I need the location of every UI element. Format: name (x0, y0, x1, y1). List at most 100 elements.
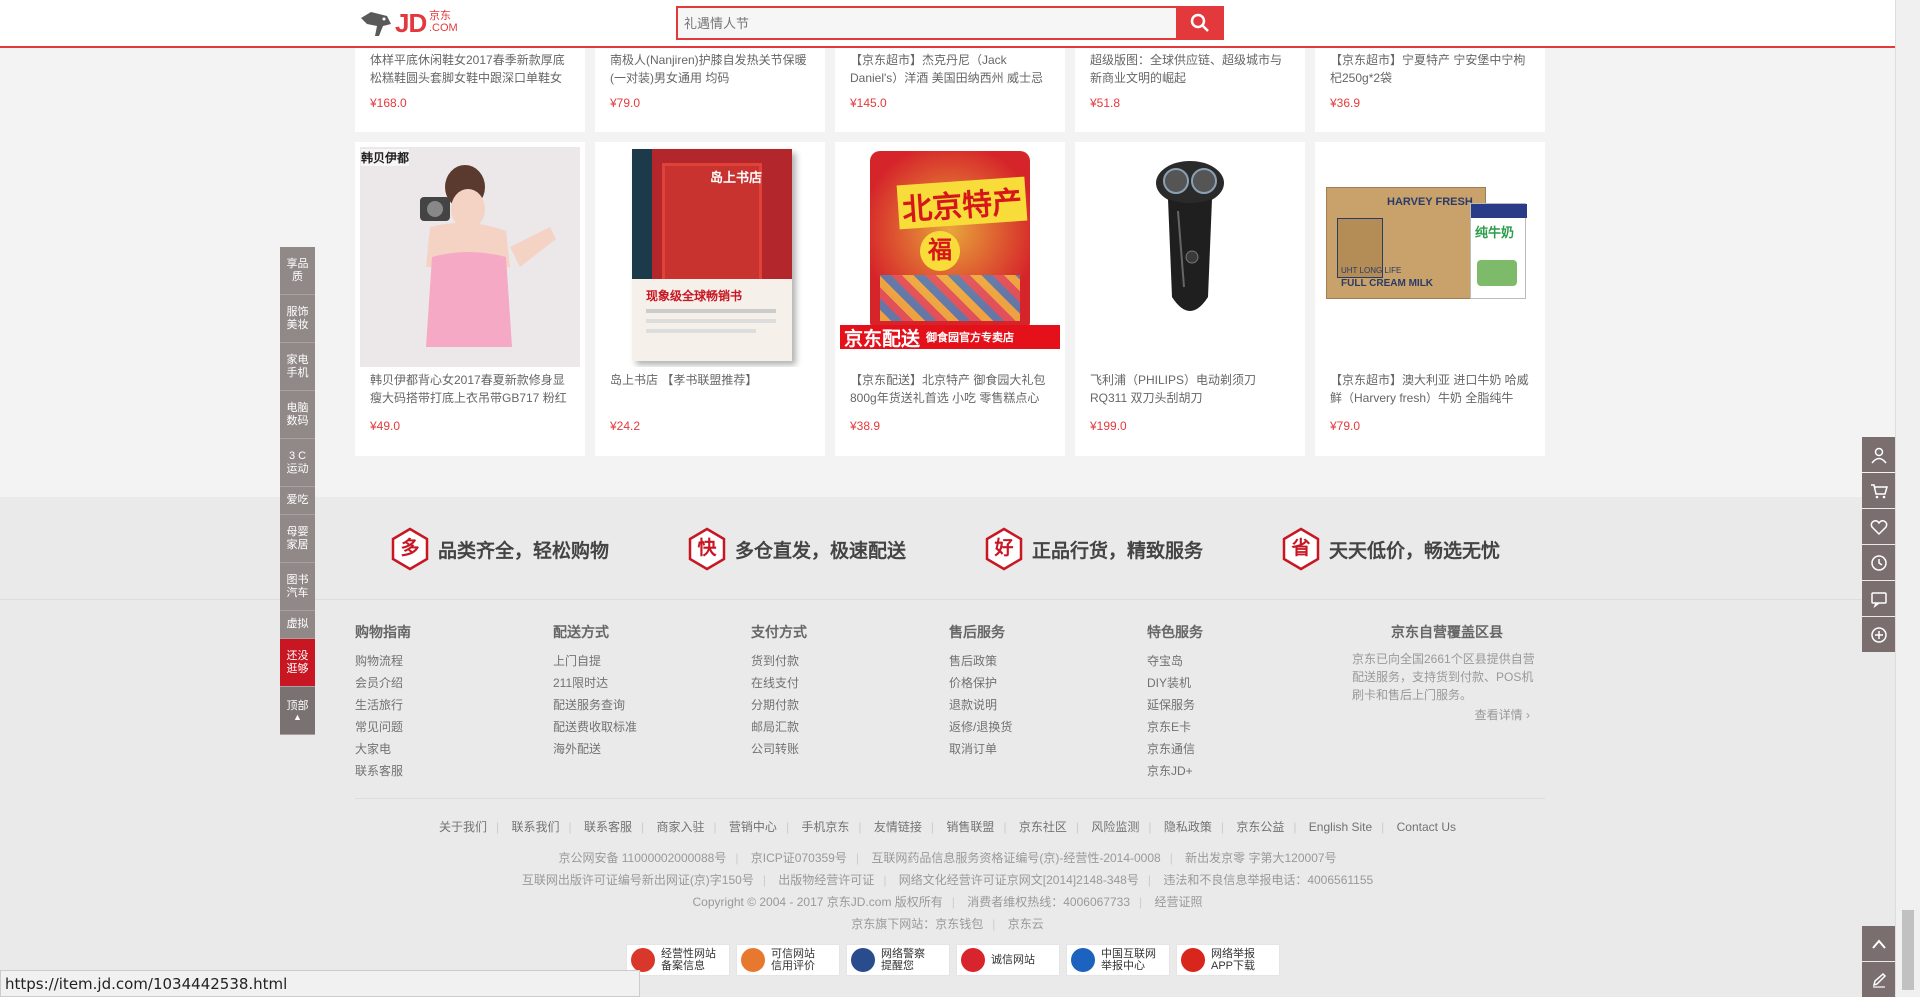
footer-bottom-link[interactable]: 销售联盟 (946, 820, 994, 834)
footer-link[interactable]: 京东通信 (1147, 738, 1203, 760)
search-input[interactable] (678, 8, 1178, 38)
elevator-item[interactable]: 爱吃 (280, 487, 315, 515)
footer-link[interactable]: 邮局汇款 (751, 716, 807, 738)
product-name[interactable]: 【京东超市】宁夏特产 宁安堡中宁枸杞250g*2袋 (1330, 51, 1530, 87)
footer-bottom-link[interactable]: 联系我们 (511, 820, 559, 834)
product-name[interactable]: 飞利浦（PHILIPS）电动剃须刀RQ311 双刀头刮胡刀 (1090, 371, 1290, 407)
coverage-more-link[interactable]: 查看详情 › (1352, 706, 1530, 723)
jd-logo[interactable]: JD 京东 .COM (357, 6, 477, 42)
footer-link[interactable]: 返修/退换货 (949, 716, 1012, 738)
product-card[interactable]: 【京东超市】宁夏特产 宁安堡中宁枸杞250g*2袋 ¥36.9 (1315, 48, 1545, 132)
product-name[interactable]: 【京东超市】杰克丹尼（Jack Daniel's）洋酒 美国田纳西州 威士忌 (850, 51, 1050, 87)
legal-link[interactable]: 互联网出版许可证编号新出网证(京)字150号 (522, 873, 754, 887)
scrollbar-thumb[interactable] (1902, 910, 1914, 990)
message-button[interactable] (1862, 581, 1895, 616)
footer-link[interactable]: 货到付款 (751, 650, 807, 672)
feedback-button[interactable] (1862, 962, 1895, 997)
footer-link[interactable]: 价格保护 (949, 672, 1012, 694)
footer-link[interactable]: 联系客服 (355, 760, 411, 782)
footer-bottom-link[interactable]: 京东社区 (1019, 820, 1067, 834)
footer-link[interactable]: 京东JD+ (1147, 760, 1203, 782)
trust-badge[interactable]: 诚信网站 (956, 944, 1060, 976)
trust-badge[interactable]: 中国互联网 举报中心 (1066, 944, 1170, 976)
footer-link[interactable]: 上门自提 (553, 650, 637, 672)
footer-bottom-link[interactable]: 友情链接 (874, 820, 922, 834)
footer-link[interactable]: 海外配送 (553, 738, 637, 760)
footer-link[interactable]: 211限时达 (553, 672, 637, 694)
footer-link[interactable]: 会员介绍 (355, 672, 411, 694)
elevator-item[interactable]: 母婴 家居 (280, 515, 315, 563)
legal-link[interactable]: 京东云 (1008, 917, 1044, 931)
service-button[interactable] (1862, 617, 1895, 652)
footer-bottom-link[interactable]: 风险监测 (1091, 820, 1139, 834)
footer-link[interactable]: 购物流程 (355, 650, 411, 672)
footer-link[interactable]: 常见问题 (355, 716, 411, 738)
elevator-item[interactable]: 享品 质 (280, 247, 315, 295)
history-button[interactable] (1862, 545, 1895, 580)
legal-link[interactable]: 网络文化经营许可证京网文[2014]2148-348号 (899, 873, 1139, 887)
trust-badge[interactable]: 网络举报 APP下载 (1176, 944, 1280, 976)
product-name[interactable]: 超级版图：全球供应链、超级城市与新商业文明的崛起 (1090, 51, 1290, 87)
product-card[interactable]: 【京东超市】杰克丹尼（Jack Daniel's）洋酒 美国田纳西州 威士忌 ¥… (835, 48, 1065, 132)
legal-link[interactable]: 出版物经营许可证 (778, 873, 874, 887)
scroll-top-button[interactable] (1862, 926, 1895, 961)
footer-bottom-link[interactable]: Contact Us (1397, 820, 1456, 834)
footer-link[interactable]: 生活旅行 (355, 694, 411, 716)
product-name[interactable]: 体样平底休闲鞋女2017春季新款厚底松糕鞋圆头套脚女鞋中跟深口单鞋女 (370, 51, 570, 87)
footer-bottom-link[interactable]: 联系客服 (584, 820, 632, 834)
trust-badge[interactable]: 经营性网站 备案信息 (626, 944, 730, 976)
elevator-item[interactable]: 服饰 美妆 (280, 295, 315, 343)
elevator-item-more[interactable]: 还没 逛够 (280, 639, 315, 687)
user-button[interactable] (1862, 437, 1895, 472)
footer-bottom-link[interactable]: 商家入驻 (656, 820, 704, 834)
elevator-item[interactable]: 电脑 数码 (280, 391, 315, 439)
product-image[interactable] (1080, 147, 1300, 367)
product-card[interactable]: 体样平底休闲鞋女2017春季新款厚底松糕鞋圆头套脚女鞋中跟深口单鞋女 ¥168.… (355, 48, 585, 132)
product-image[interactable]: HARVEY FRESH UHT LONG LIFE FULL CREAM MI… (1320, 147, 1540, 367)
legal-link[interactable]: 新出发京零 字第大120007号 (1185, 851, 1336, 865)
footer-link[interactable]: 分期付款 (751, 694, 807, 716)
product-name[interactable]: 岛上书店 【孝书联盟推荐】 (610, 371, 810, 407)
product-image[interactable]: 北京特产 福 京东配送 御食园官方专卖店 (840, 147, 1060, 367)
product-card[interactable]: 岛上书店 现象级全球畅销书 岛上书店 【孝书联盟推荐】 ¥24.2 (595, 142, 825, 456)
footer-link[interactable]: DIY装机 (1147, 672, 1203, 694)
footer-link[interactable]: 延保服务 (1147, 694, 1203, 716)
footer-bottom-link[interactable]: 手机京东 (801, 820, 849, 834)
legal-link[interactable]: 京公网安备 11000002000088号 (558, 851, 726, 865)
footer-link[interactable]: 公司转账 (751, 738, 807, 760)
vertical-scrollbar[interactable] (1895, 0, 1920, 997)
elevator-item[interactable]: 家电 手机 (280, 343, 315, 391)
product-name[interactable]: 【京东配送】北京特产 御食园大礼包800g年货送礼首选 小吃 零售糕点心 (850, 371, 1050, 407)
cart-button[interactable] (1862, 473, 1895, 508)
back-to-top-button[interactable]: 顶部 ▲ (280, 687, 315, 735)
footer-bottom-link[interactable]: 京东公益 (1236, 820, 1284, 834)
footer-bottom-link[interactable]: 营销中心 (729, 820, 777, 834)
favorites-button[interactable] (1862, 509, 1895, 544)
elevator-item[interactable]: 图书 汽车 (280, 563, 315, 611)
footer-link[interactable]: 夺宝岛 (1147, 650, 1203, 672)
search-button[interactable] (1176, 6, 1224, 40)
legal-link[interactable]: 经营证照 (1154, 895, 1202, 909)
product-name[interactable]: 南极人(Nanjiren)护膝自发热关节保暖(一对装)男女通用 均码 (610, 51, 810, 87)
footer-link[interactable]: 退款说明 (949, 694, 1012, 716)
footer-link[interactable]: 大家电 (355, 738, 411, 760)
legal-link[interactable]: 京ICP证070359号 (751, 851, 847, 865)
footer-link[interactable]: 取消订单 (949, 738, 1012, 760)
footer-bottom-link[interactable]: English Site (1309, 820, 1372, 834)
product-card[interactable]: 北京特产 福 京东配送 御食园官方专卖店 【京东配送】北京特产 御食园大礼包80… (835, 142, 1065, 456)
legal-link[interactable]: 互联网药品信息服务资格证编号(京)-经营性-2014-0008 (871, 851, 1160, 865)
elevator-item[interactable]: 3 C 运动 (280, 439, 315, 487)
product-card[interactable]: HARVEY FRESH UHT LONG LIFE FULL CREAM MI… (1315, 142, 1545, 456)
footer-link[interactable]: 在线支付 (751, 672, 807, 694)
footer-link[interactable]: 配送费收取标准 (553, 716, 637, 738)
product-card[interactable]: 南极人(Nanjiren)护膝自发热关节保暖(一对装)男女通用 均码 ¥79.0 (595, 48, 825, 132)
footer-link[interactable]: 京东E卡 (1147, 716, 1203, 738)
product-card[interactable]: 超级版图：全球供应链、超级城市与新商业文明的崛起 ¥51.8 (1075, 48, 1305, 132)
product-card[interactable]: 飞利浦（PHILIPS）电动剃须刀RQ311 双刀头刮胡刀 ¥199.0 (1075, 142, 1305, 456)
legal-link[interactable]: 京东旗下网站：京东钱包 (851, 917, 983, 931)
trust-badge[interactable]: 可信网站 信用评价 (736, 944, 840, 976)
elevator-item[interactable]: 虚拟 (280, 611, 315, 639)
product-card[interactable]: 韩贝伊都 韩贝伊都背心女2017春夏新款修身显瘦大码搭带打底上衣吊带GB717 … (355, 142, 585, 456)
product-name[interactable]: 【京东超市】澳大利亚 进口牛奶 哈威鲜（Harvery fresh）牛奶 全脂纯… (1330, 371, 1530, 407)
footer-link[interactable]: 售后政策 (949, 650, 1012, 672)
